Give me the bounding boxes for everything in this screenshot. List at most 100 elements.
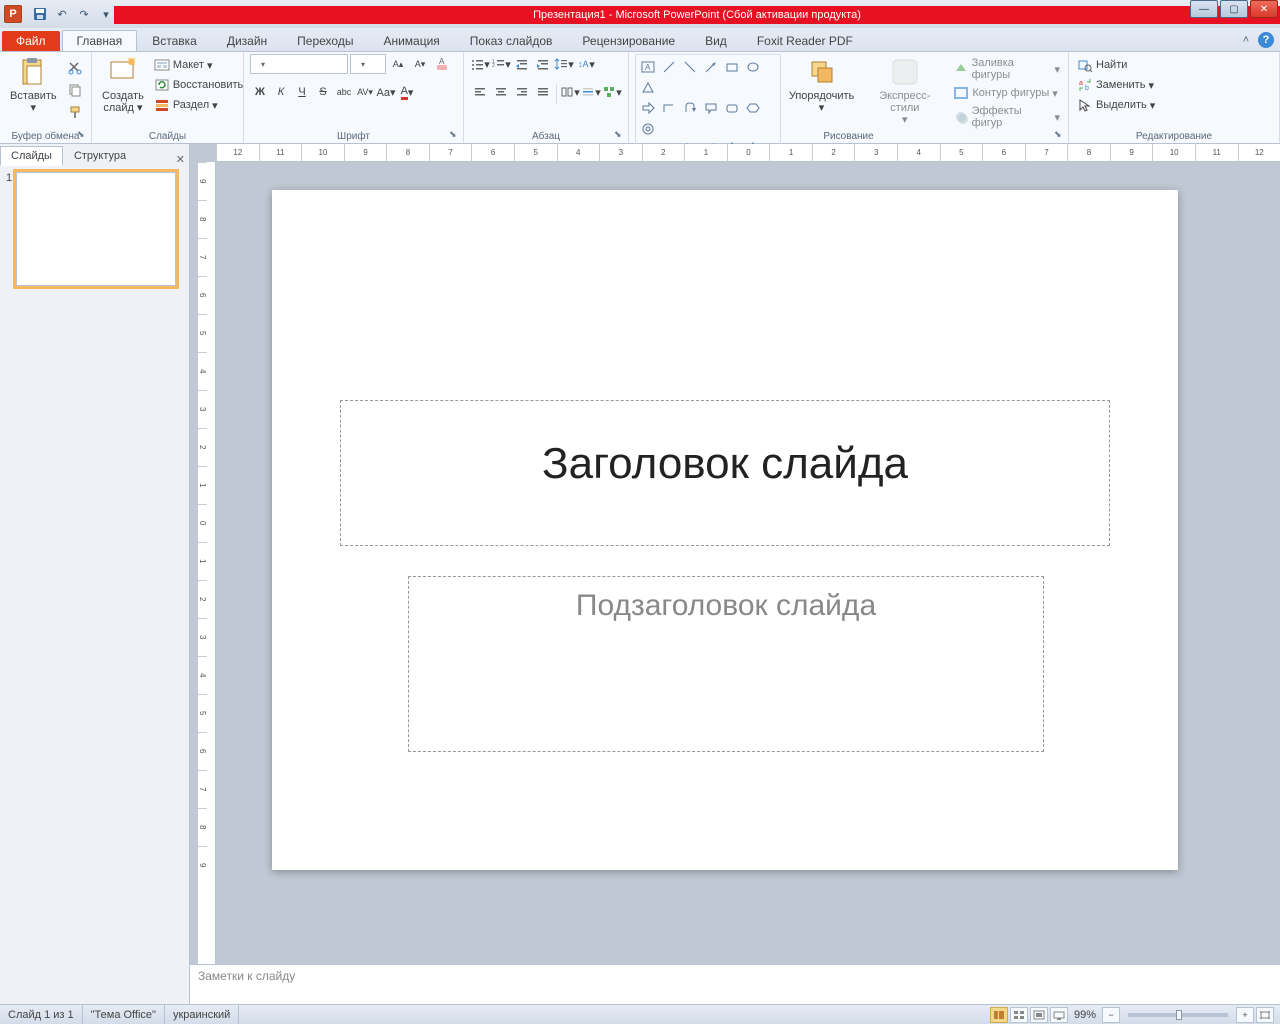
section-button[interactable]: Раздел ▾ xyxy=(152,96,245,114)
shape-rarrow-icon[interactable] xyxy=(638,98,658,118)
bold-button[interactable]: Ж xyxy=(250,82,270,102)
help-button[interactable]: ? xyxy=(1258,32,1274,48)
shape-oval-icon[interactable] xyxy=(743,57,763,77)
align-center-button[interactable] xyxy=(491,82,511,102)
shape-textbox-icon[interactable]: A xyxy=(638,57,658,77)
shape-uturn-icon[interactable] xyxy=(680,98,700,118)
maximize-button[interactable]: ▢ xyxy=(1220,0,1248,18)
tab-review[interactable]: Рецензирование xyxy=(567,30,690,51)
arrange-button[interactable]: Упорядочить▾ xyxy=(785,54,858,116)
fit-to-window-button[interactable] xyxy=(1256,1007,1274,1023)
tab-slideshow[interactable]: Показ слайдов xyxy=(455,30,568,51)
cut-button[interactable] xyxy=(65,58,85,78)
select-button[interactable]: Выделить ▾ xyxy=(1075,96,1157,114)
numbering-button[interactable]: 12▾ xyxy=(491,54,511,74)
strikethrough-button[interactable]: S xyxy=(313,82,333,102)
text-shadow-button[interactable]: abc xyxy=(334,82,354,102)
find-button[interactable]: Найти xyxy=(1075,56,1157,74)
shape-outline-button[interactable]: Контур фигуры ▾ xyxy=(951,84,1062,102)
replace-button[interactable]: ab Заменить ▾ xyxy=(1075,76,1157,94)
clipboard-launcher[interactable]: ⬊ xyxy=(77,129,89,141)
format-painter-button[interactable] xyxy=(65,102,85,122)
copy-button[interactable] xyxy=(65,80,85,100)
vertical-ruler[interactable]: 9876543210123456789 xyxy=(198,162,216,964)
slide-thumbnail-1[interactable] xyxy=(16,172,176,286)
font-name-combo[interactable] xyxy=(250,54,348,74)
save-button[interactable] xyxy=(30,4,50,24)
tab-file[interactable]: Файл xyxy=(2,31,60,51)
shape-elbow-icon[interactable] xyxy=(659,98,679,118)
zoom-slider-thumb[interactable] xyxy=(1176,1010,1182,1020)
shape-fill-button[interactable]: Заливка фигуры ▾ xyxy=(951,56,1062,82)
bullets-button[interactable]: ▾ xyxy=(470,54,490,74)
paragraph-launcher[interactable]: ⬊ xyxy=(614,129,626,141)
shape-line2-icon[interactable] xyxy=(680,57,700,77)
zoom-out-button[interactable]: − xyxy=(1102,1007,1120,1023)
tab-design[interactable]: Дизайн xyxy=(212,30,282,51)
tab-foxit[interactable]: Foxit Reader PDF xyxy=(742,30,868,51)
shape-arrow-icon[interactable] xyxy=(701,57,721,77)
quick-styles-button[interactable]: Экспресс-стили▾ xyxy=(862,54,947,128)
align-left-button[interactable] xyxy=(470,82,490,102)
shape-hex-icon[interactable] xyxy=(743,98,763,118)
panel-tab-slides[interactable]: Слайды xyxy=(0,146,63,166)
convert-smartart-button[interactable]: ▾ xyxy=(602,82,622,102)
minimize-ribbon-button[interactable]: ˄ xyxy=(1238,32,1254,48)
tab-animations[interactable]: Анимация xyxy=(368,30,454,51)
redo-button[interactable]: ↷ xyxy=(74,4,94,24)
align-text-button[interactable]: ▾ xyxy=(581,82,601,102)
drawing-launcher[interactable]: ⬊ xyxy=(1054,129,1066,141)
shrink-font-button[interactable]: A▾ xyxy=(410,54,430,74)
line-spacing-button[interactable]: ▾ xyxy=(554,54,574,74)
clear-formatting-button[interactable]: A xyxy=(432,54,452,74)
status-language[interactable]: украинский xyxy=(165,1005,239,1024)
zoom-slider[interactable] xyxy=(1128,1013,1228,1017)
view-slideshow-button[interactable] xyxy=(1050,1007,1068,1023)
title-placeholder[interactable]: Заголовок слайда xyxy=(340,400,1110,546)
view-reading-button[interactable] xyxy=(1030,1007,1048,1023)
font-color-button[interactable]: A▾ xyxy=(397,82,417,102)
zoom-percent[interactable]: 99% xyxy=(1074,1009,1096,1021)
columns-button[interactable]: ▾ xyxy=(560,82,580,102)
slide-canvas-area[interactable]: Заголовок слайда Подзаголовок слайда xyxy=(216,162,1280,964)
shape-callout-icon[interactable] xyxy=(701,98,721,118)
font-launcher[interactable]: ⬊ xyxy=(449,129,461,141)
paste-button[interactable]: Вставить▾ xyxy=(6,54,61,116)
slide[interactable]: Заголовок слайда Подзаголовок слайда xyxy=(272,190,1178,870)
tab-transitions[interactable]: Переходы xyxy=(282,30,368,51)
zoom-in-button[interactable]: + xyxy=(1236,1007,1254,1023)
tab-insert[interactable]: Вставка xyxy=(137,30,212,51)
layout-button[interactable]: Макет ▾ xyxy=(152,56,245,74)
view-sorter-button[interactable] xyxy=(1010,1007,1028,1023)
qat-customize-button[interactable]: ▾ xyxy=(96,4,116,24)
justify-button[interactable] xyxy=(533,82,553,102)
decrease-indent-button[interactable] xyxy=(512,54,532,74)
change-case-button[interactable]: Aa▾ xyxy=(376,82,396,102)
tab-home[interactable]: Главная xyxy=(62,30,138,51)
shape-roundrect-icon[interactable] xyxy=(722,98,742,118)
undo-button[interactable]: ↶ xyxy=(52,4,72,24)
underline-button[interactable]: Ч xyxy=(292,82,312,102)
font-size-combo[interactable] xyxy=(350,54,386,74)
grow-font-button[interactable]: A▴ xyxy=(388,54,408,74)
text-direction-button[interactable]: ↕A▾ xyxy=(575,54,595,74)
align-right-button[interactable] xyxy=(512,82,532,102)
horizontal-ruler[interactable]: 1211109876543210123456789101112 xyxy=(216,144,1280,162)
italic-button[interactable]: К xyxy=(271,82,291,102)
minimize-button[interactable]: — xyxy=(1190,0,1218,18)
subtitle-placeholder[interactable]: Подзаголовок слайда xyxy=(408,576,1044,752)
reset-button[interactable]: Восстановить xyxy=(152,76,245,94)
shape-triangle-icon[interactable] xyxy=(638,78,658,98)
character-spacing-button[interactable]: AV▾ xyxy=(355,82,375,102)
tab-view[interactable]: Вид xyxy=(690,30,742,51)
shape-effects-button[interactable]: Эффекты фигур ▾ xyxy=(951,104,1062,130)
notes-pane[interactable]: Заметки к слайду xyxy=(190,964,1280,1004)
increase-indent-button[interactable] xyxy=(533,54,553,74)
shape-rect-icon[interactable] xyxy=(722,57,742,77)
new-slide-button[interactable]: Создать слайд ▾ xyxy=(98,54,148,116)
status-theme[interactable]: "Тема Office" xyxy=(83,1005,165,1024)
panel-tab-outline[interactable]: Структура xyxy=(63,146,137,166)
view-normal-button[interactable] xyxy=(990,1007,1008,1023)
close-button[interactable]: ✕ xyxy=(1250,0,1278,18)
status-slide-pos[interactable]: Слайд 1 из 1 xyxy=(0,1005,83,1024)
